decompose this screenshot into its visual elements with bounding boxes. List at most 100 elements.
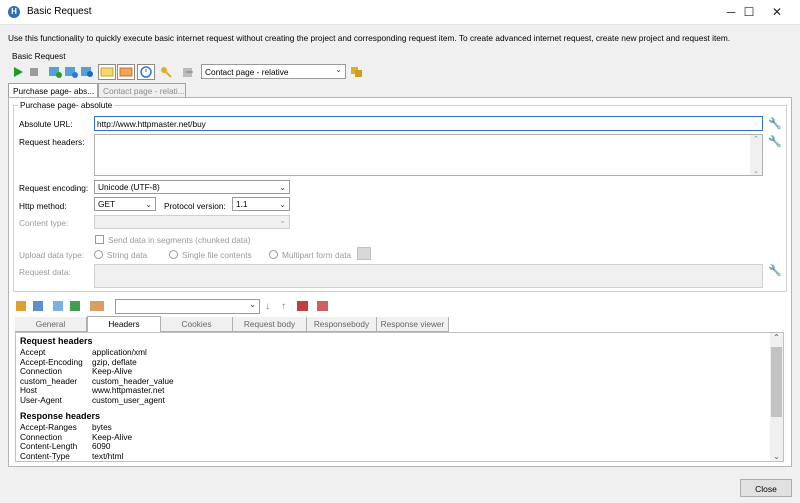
- http-method-label: Http method:: [19, 201, 67, 211]
- items-combo[interactable]: Contact page - relative ⌄: [201, 64, 346, 79]
- app-icon: H: [8, 6, 20, 18]
- header-name: Connection: [20, 366, 62, 376]
- header-value: Keep-Alive: [92, 366, 133, 376]
- header-value: Keep-Alive: [92, 431, 133, 442]
- header-name: Host: [20, 385, 38, 395]
- request-headers-label: Request headers:: [19, 137, 85, 147]
- play-icon[interactable]: [12, 66, 24, 78]
- header-value: application/xml: [92, 347, 147, 357]
- collapse-icon[interactable]: [33, 301, 43, 311]
- add-copy-icon[interactable]: [64, 66, 78, 78]
- single-file-label: Single file contents: [182, 250, 252, 260]
- section-title: Purchase page- absolute: [18, 100, 115, 110]
- header-name: custom_header: [20, 375, 78, 386]
- export-icon[interactable]: [182, 66, 194, 78]
- note-icon[interactable]: [98, 64, 116, 80]
- http-method-select[interactable]: GET ⌄: [94, 197, 156, 211]
- chevron-down-icon: ⌄: [145, 200, 152, 209]
- scroll-down-icon[interactable]: ⌄: [770, 452, 783, 461]
- header-value: gzip, deflate: [92, 356, 137, 367]
- scroll-up-icon[interactable]: ⌃: [750, 135, 762, 143]
- multipart-label: Multipart form data: [282, 250, 352, 260]
- window-title: Basic Request: [27, 6, 92, 17]
- header-value: bytes: [92, 422, 112, 432]
- headers-view: Request headers Accept application/xml Acc…: [15, 332, 784, 462]
- view-options-icon[interactable]: [90, 301, 104, 311]
- multipart-radio[interactable]: [269, 250, 278, 259]
- request-headers-title: Request headers: [20, 336, 93, 346]
- stop-icon[interactable]: [28, 66, 40, 78]
- frame-icon[interactable]: [117, 64, 135, 80]
- add-icon[interactable]: [70, 301, 80, 311]
- tab-request-body[interactable]: Request body: [233, 317, 307, 331]
- add-request-icon[interactable]: [48, 66, 62, 78]
- tab-general[interactable]: General: [15, 317, 87, 331]
- request-encoding-value: Unicode (UTF-8): [98, 182, 160, 192]
- scroll-thumb[interactable]: [771, 347, 782, 417]
- request-encoding-label: Request encoding:: [19, 183, 89, 193]
- request-encoding-select[interactable]: Unicode (UTF-8) ⌄: [94, 180, 290, 194]
- protocol-version-select[interactable]: 1.1 ⌄: [232, 197, 290, 211]
- expand-icon[interactable]: [16, 301, 26, 311]
- content-type-select[interactable]: ⌄: [94, 215, 290, 229]
- absolute-url-label: Absolute URL:: [19, 119, 73, 129]
- header-name: Content-Length: [20, 441, 78, 451]
- manage-icon[interactable]: [350, 66, 362, 78]
- key-icon[interactable]: [160, 66, 172, 78]
- headers-view-scrollbar[interactable]: ⌃ ⌄: [770, 333, 783, 461]
- arrow-up-icon[interactable]: ↑: [281, 301, 286, 312]
- chevron-down-icon: ⌄: [279, 200, 286, 209]
- description-text: Use this functionality to quickly execut…: [8, 33, 731, 43]
- header-name: Accept-Ranges: [20, 422, 77, 432]
- content-type-label: Content type:: [19, 218, 69, 228]
- protocol-version-value: 1.1: [236, 199, 248, 209]
- request-data-input[interactable]: [94, 264, 763, 288]
- header-name: Accept-Encoding: [20, 356, 83, 367]
- send-segments-checkbox[interactable]: [95, 235, 104, 244]
- scroll-down-icon[interactable]: ⌄: [750, 167, 762, 175]
- header-value: 6090: [92, 441, 111, 451]
- copy-icon[interactable]: [53, 301, 63, 311]
- tab-cookies[interactable]: Cookies: [161, 317, 233, 331]
- string-data-label: String data: [107, 250, 148, 260]
- string-data-radio[interactable]: [94, 250, 103, 259]
- settings-icon[interactable]: [80, 66, 93, 78]
- header-name: Accept: [20, 347, 46, 357]
- request-headers-input[interactable]: ⌃ ⌄: [94, 134, 763, 176]
- delete-icon[interactable]: [297, 301, 308, 311]
- wrench-icon[interactable]: 🔧: [768, 117, 782, 130]
- send-segments-label: Send data in segments (chunked data): [108, 235, 251, 245]
- wrench-icon[interactable]: 🔧: [768, 135, 782, 148]
- filter-combo[interactable]: ⌄: [115, 299, 260, 314]
- header-value: custom_header_value: [92, 375, 174, 386]
- header-value: custom_user_agent: [92, 394, 165, 405]
- multipart-edit-icon[interactable]: [357, 247, 371, 260]
- wrench-icon[interactable]: 🔧: [768, 264, 782, 277]
- chevron-down-icon: ⌄: [279, 183, 286, 192]
- header-value: www.httpmaster.net: [92, 385, 165, 395]
- chevron-down-icon: ⌄: [335, 65, 342, 74]
- header-name: User-Agent: [20, 394, 62, 405]
- response-headers-title: Response headers: [20, 411, 101, 421]
- header-value: text/html: [92, 450, 124, 461]
- tab-contact-page[interactable]: Contact page - relati...: [98, 83, 186, 97]
- add-item-icon[interactable]: [317, 301, 328, 311]
- arrow-down-icon[interactable]: ↓: [265, 301, 270, 312]
- group-label: Basic Request: [12, 51, 66, 61]
- tab-headers[interactable]: Headers: [87, 316, 161, 332]
- header-name: Content-Type: [20, 450, 70, 461]
- timer-icon[interactable]: [137, 64, 155, 80]
- tab-response-viewer[interactable]: Response viewer: [377, 317, 449, 331]
- scroll-up-icon[interactable]: ⌃: [770, 333, 783, 342]
- tab-purchase-page[interactable]: Purchase page- abs...: [8, 83, 98, 98]
- absolute-url-input[interactable]: http://www.httpmaster.net/buy: [94, 116, 763, 131]
- chevron-down-icon: ⌄: [249, 300, 256, 309]
- single-file-radio[interactable]: [169, 250, 178, 259]
- items-combo-value: Contact page - relative: [205, 67, 289, 77]
- close-window-button[interactable]: ✕: [754, 0, 800, 24]
- protocol-version-label: Protocol version:: [164, 201, 226, 211]
- close-button[interactable]: Close: [740, 479, 792, 497]
- tab-response-body[interactable]: Responsebody: [307, 317, 377, 331]
- request-data-label: Request data:: [19, 267, 71, 277]
- headers-scrollbar[interactable]: ⌃ ⌄: [750, 135, 762, 175]
